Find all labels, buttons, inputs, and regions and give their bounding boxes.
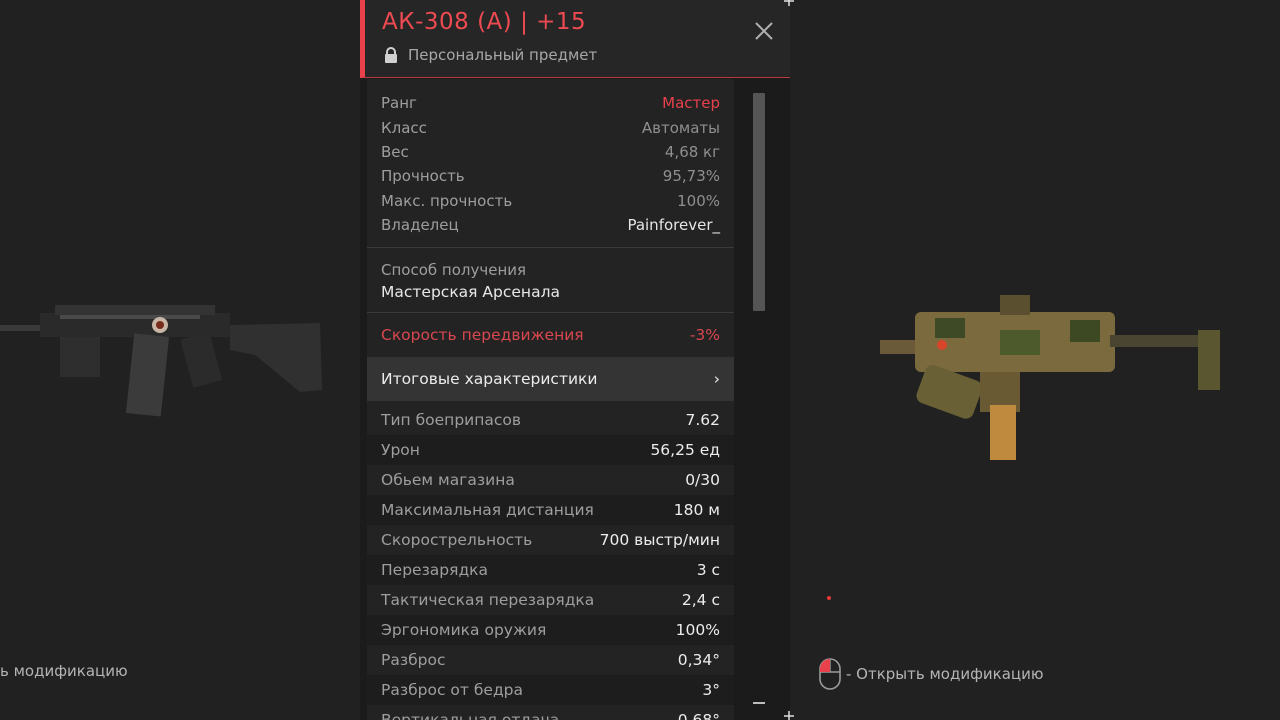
obtain-value: Мастерская Арсенала	[381, 283, 560, 302]
info-value: Автоматы	[641, 118, 720, 137]
stat-name: Тактическая перезарядка	[381, 591, 595, 610]
info-row-class: Класс Автоматы	[381, 115, 720, 139]
open-modification-label: - Открыть модификацию	[846, 665, 1044, 683]
obtain-label: Способ получения	[381, 261, 527, 280]
item-details-panel: АК-308 (А) | +15 Персональный предмет Ра…	[360, 0, 790, 720]
stat-value: 0,34°	[677, 651, 720, 670]
stat-row: Обьем магазина 0/30	[367, 465, 734, 495]
lock-icon	[385, 47, 397, 63]
stat-row: Тип боеприпасов 7.62	[367, 405, 734, 435]
info-value: 100%	[677, 191, 720, 210]
info-row-rank: Ранг Мастер	[381, 91, 720, 115]
info-block: Ранг Мастер Класс Автоматы Вес 4,68 кг П…	[367, 79, 734, 249]
movement-speed-value: -3%	[689, 326, 720, 345]
cursor-dot	[827, 596, 831, 600]
info-label: Ранг	[381, 94, 417, 113]
stat-name: Разброс от бедра	[381, 681, 524, 700]
chevron-right-icon: ›	[713, 370, 720, 389]
stat-row: Скорострельность 700 выстр/мин	[367, 525, 734, 555]
info-label: Прочность	[381, 167, 465, 186]
info-row-durability: Прочность 95,73%	[381, 164, 720, 188]
stat-name: Эргономика оружия	[381, 621, 547, 640]
stat-name: Разброс	[381, 651, 446, 670]
stat-value: 100%	[675, 621, 720, 640]
open-modification-hint-left: ь модификацию	[0, 662, 128, 680]
stat-value: 0,68°	[678, 711, 720, 720]
stat-name: Вертикальная отдача	[381, 711, 559, 720]
stat-name: Урон	[381, 441, 420, 460]
scrollbar-end	[753, 702, 765, 704]
close-button[interactable]	[753, 20, 775, 42]
corner-marker-icon	[784, 711, 794, 720]
stat-value: 56,25 ед	[650, 441, 720, 460]
stat-name: Максимальная дистанция	[381, 501, 594, 520]
stat-row: Максимальная дистанция 180 м	[367, 495, 734, 526]
stat-name: Обьем магазина	[381, 471, 515, 490]
stat-name: Перезарядка	[381, 561, 489, 580]
stat-row: Урон 56,25 ед	[367, 435, 734, 466]
summary-stats-button[interactable]: Итоговые характеристики ›	[367, 357, 734, 402]
corner-marker-icon	[784, 0, 794, 6]
item-title: АК-308 (А) | +15	[382, 9, 587, 35]
item-subtitle: Персональный предмет	[384, 46, 597, 64]
stat-row: Тактическая перезарядка 2,4 с	[367, 585, 734, 615]
summary-stats-label: Итоговые характеристики	[381, 370, 598, 389]
rifle-image	[0, 305, 322, 417]
panel-header: АК-308 (А) | +15 Персональный предмет	[360, 0, 790, 78]
info-label: Класс	[381, 118, 427, 137]
stat-row: Разброс 0,34°	[367, 645, 734, 675]
open-modification-hint[interactable]: - Открыть модификацию	[818, 656, 1044, 692]
info-row-max-durability: Макс. прочность 100%	[381, 189, 720, 213]
stat-row: Эргономика оружия 100%	[367, 615, 734, 646]
stat-value: 180 м	[673, 501, 720, 520]
stat-value: 0/30	[685, 471, 720, 490]
info-label: Владелец	[381, 216, 459, 235]
stats-list: Тип боеприпасов 7.62 Урон 56,25 ед Обьем…	[367, 401, 734, 720]
stat-value: 700 выстр/мин	[599, 531, 720, 550]
smg-image	[880, 295, 1220, 460]
stat-value: 3 с	[696, 561, 720, 580]
info-value: Мастер	[662, 94, 720, 113]
mouse-icon	[819, 658, 841, 690]
stat-name: Скорострельность	[381, 531, 533, 550]
stat-row: Вертикальная отдача 0,68°	[367, 705, 734, 720]
info-row-owner: Владелец Painforever_	[381, 213, 720, 237]
personal-item-label: Персональный предмет	[408, 46, 598, 64]
info-value: 4,68 кг	[664, 142, 720, 161]
info-value: 95,73%	[662, 167, 720, 186]
obtain-block: Способ получения Мастерская Арсенала	[367, 248, 734, 314]
stat-row: Разброс от бедра 3°	[367, 675, 734, 706]
info-row-weight: Вес 4,68 кг	[381, 140, 720, 164]
stat-value: 3°	[702, 681, 720, 700]
scrollbar-thumb[interactable]	[753, 93, 765, 311]
stat-row: Перезарядка 3 с	[367, 555, 734, 586]
stat-name: Тип боеприпасов	[381, 411, 521, 430]
movement-speed-label: Скорость передвижения	[381, 326, 584, 345]
details-content[interactable]: Ранг Мастер Класс Автоматы Вес 4,68 кг П…	[367, 79, 734, 720]
info-value: Painforever_	[627, 216, 720, 235]
stat-value: 2,4 с	[681, 591, 720, 610]
scrollbar[interactable]	[752, 90, 766, 710]
info-label: Макс. прочность	[381, 191, 513, 210]
stat-value: 7.62	[685, 411, 720, 430]
info-label: Вес	[381, 142, 409, 161]
movement-speed-row: Скорость передвижения -3%	[367, 313, 734, 357]
